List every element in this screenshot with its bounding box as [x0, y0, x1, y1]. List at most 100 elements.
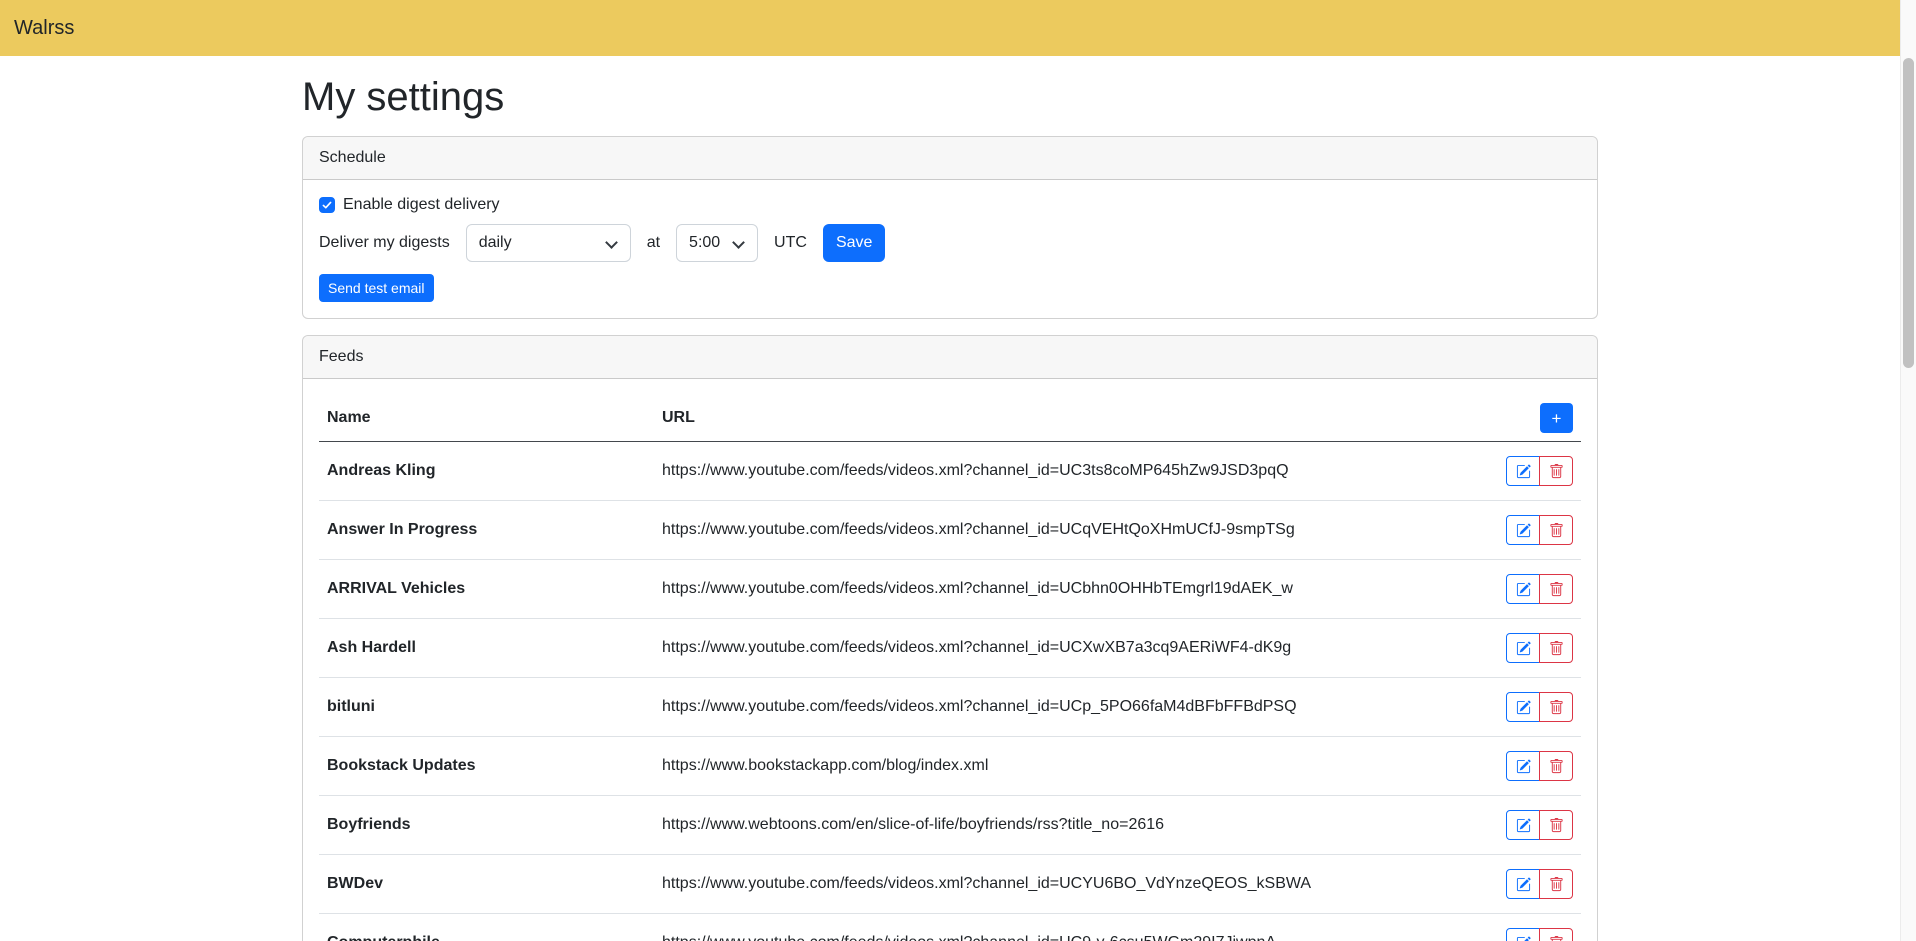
feed-name: Ash Hardell [319, 619, 654, 678]
edit-feed-button[interactable] [1506, 869, 1540, 899]
edit-feed-button[interactable] [1506, 692, 1540, 722]
save-button[interactable]: Save [823, 224, 885, 262]
pencil-square-icon [1516, 936, 1531, 941]
timezone-label: UTC [774, 234, 807, 252]
feed-action-group [1506, 515, 1573, 545]
feed-actions [1471, 737, 1581, 796]
deliver-label: Deliver my digests [319, 234, 450, 252]
pencil-square-icon [1516, 464, 1531, 479]
feed-url: https://www.youtube.com/feeds/videos.xml… [654, 619, 1471, 678]
at-label: at [647, 234, 660, 252]
schedule-card: Schedule Enable digest delivery Deliver … [302, 136, 1598, 319]
feed-name: Computerphile [319, 914, 654, 941]
feed-actions [1471, 619, 1581, 678]
feed-url: https://www.youtube.com/feeds/videos.xml… [654, 560, 1471, 619]
add-feed-button[interactable]: + [1540, 403, 1573, 433]
check-icon [321, 199, 333, 211]
feed-name: Andreas Kling [319, 442, 654, 501]
schedule-card-body: Enable digest delivery Deliver my digest… [303, 180, 1597, 318]
trash-icon [1549, 582, 1564, 597]
table-row: Bookstack Updates https://www.bookstacka… [319, 737, 1581, 796]
delete-feed-button[interactable] [1539, 574, 1573, 604]
feeds-card: Feeds Name URL + And [302, 335, 1598, 941]
pencil-square-icon [1516, 818, 1531, 833]
delete-feed-button[interactable] [1539, 456, 1573, 486]
table-row: bitluni https://www.youtube.com/feeds/vi… [319, 678, 1581, 737]
feed-name: Bookstack Updates [319, 737, 654, 796]
delete-feed-button[interactable] [1539, 810, 1573, 840]
time-selected-value: 5:00 [689, 234, 720, 252]
trash-icon [1549, 641, 1564, 656]
send-test-email-button[interactable]: Send test email [319, 274, 434, 302]
feed-url: https://www.youtube.com/feeds/videos.xml… [654, 442, 1471, 501]
feeds-table-body: Andreas Kling https://www.youtube.com/fe… [319, 442, 1581, 941]
pencil-square-icon [1516, 523, 1531, 538]
feed-actions [1471, 501, 1581, 560]
feeds-table: Name URL + Andreas Kling https://www.you… [319, 395, 1581, 941]
feed-url: https://www.youtube.com/feeds/videos.xml… [654, 678, 1471, 737]
edit-feed-button[interactable] [1506, 751, 1540, 781]
feeds-table-header-row: Name URL + [319, 395, 1581, 442]
feed-actions [1471, 678, 1581, 737]
page-title: My settings [302, 73, 1598, 121]
feed-action-group [1506, 928, 1573, 941]
feed-url: https://www.bookstackapp.com/blog/index.… [654, 737, 1471, 796]
feed-actions [1471, 796, 1581, 855]
table-row: Computerphile https://www.youtube.com/fe… [319, 914, 1581, 941]
enable-digest-checkbox[interactable] [319, 197, 335, 213]
feed-url: https://www.webtoons.com/en/slice-of-lif… [654, 796, 1471, 855]
table-row: Boyfriends https://www.webtoons.com/en/s… [319, 796, 1581, 855]
edit-feed-button[interactable] [1506, 928, 1540, 941]
trash-icon [1549, 877, 1564, 892]
edit-feed-button[interactable] [1506, 515, 1540, 545]
pencil-square-icon [1516, 700, 1531, 715]
feed-action-group [1506, 456, 1573, 486]
table-row: Andreas Kling https://www.youtube.com/fe… [319, 442, 1581, 501]
frequency-selected-value: daily [479, 234, 512, 252]
time-select[interactable]: 5:00 [676, 224, 758, 262]
pencil-square-icon [1516, 759, 1531, 774]
delete-feed-button[interactable] [1539, 515, 1573, 545]
add-column-header: + [1471, 395, 1581, 442]
feed-actions [1471, 914, 1581, 941]
column-header-url: URL [654, 395, 1471, 442]
delete-feed-button[interactable] [1539, 692, 1573, 722]
trash-icon [1549, 700, 1564, 715]
edit-feed-button[interactable] [1506, 633, 1540, 663]
table-row: Answer In Progress https://www.youtube.c… [319, 501, 1581, 560]
feeds-card-body: Name URL + Andreas Kling https://www.you… [303, 379, 1597, 941]
column-header-name: Name [319, 395, 654, 442]
feed-action-group [1506, 692, 1573, 722]
feed-action-group [1506, 633, 1573, 663]
navbar: Walrss [0, 0, 1900, 56]
edit-feed-button[interactable] [1506, 456, 1540, 486]
delete-feed-button[interactable] [1539, 633, 1573, 663]
feed-actions [1471, 560, 1581, 619]
feed-name: Boyfriends [319, 796, 654, 855]
trash-icon [1549, 818, 1564, 833]
feeds-card-header: Feeds [303, 336, 1597, 379]
delete-feed-button[interactable] [1539, 751, 1573, 781]
pencil-square-icon [1516, 582, 1531, 597]
edit-feed-button[interactable] [1506, 574, 1540, 604]
browser-viewport: Walrss My settings Schedule Enable diges… [0, 0, 1900, 941]
pencil-square-icon [1516, 877, 1531, 892]
trash-icon [1549, 464, 1564, 479]
delete-feed-button[interactable] [1539, 928, 1573, 941]
navbar-brand[interactable]: Walrss [14, 17, 74, 40]
feed-name: ARRIVAL Vehicles [319, 560, 654, 619]
feed-action-group [1506, 869, 1573, 899]
trash-icon [1549, 759, 1564, 774]
delete-feed-button[interactable] [1539, 869, 1573, 899]
enable-digest-label: Enable digest delivery [343, 196, 500, 214]
window-scrollbar[interactable] [1900, 0, 1916, 941]
feed-name: Answer In Progress [319, 501, 654, 560]
edit-feed-button[interactable] [1506, 810, 1540, 840]
feed-name: BWDev [319, 855, 654, 914]
schedule-card-header: Schedule [303, 137, 1597, 180]
scrollbar-thumb[interactable] [1903, 58, 1914, 368]
feed-url: https://www.youtube.com/feeds/videos.xml… [654, 855, 1471, 914]
feed-action-group [1506, 574, 1573, 604]
frequency-select[interactable]: daily [466, 224, 631, 262]
trash-icon [1549, 936, 1564, 941]
